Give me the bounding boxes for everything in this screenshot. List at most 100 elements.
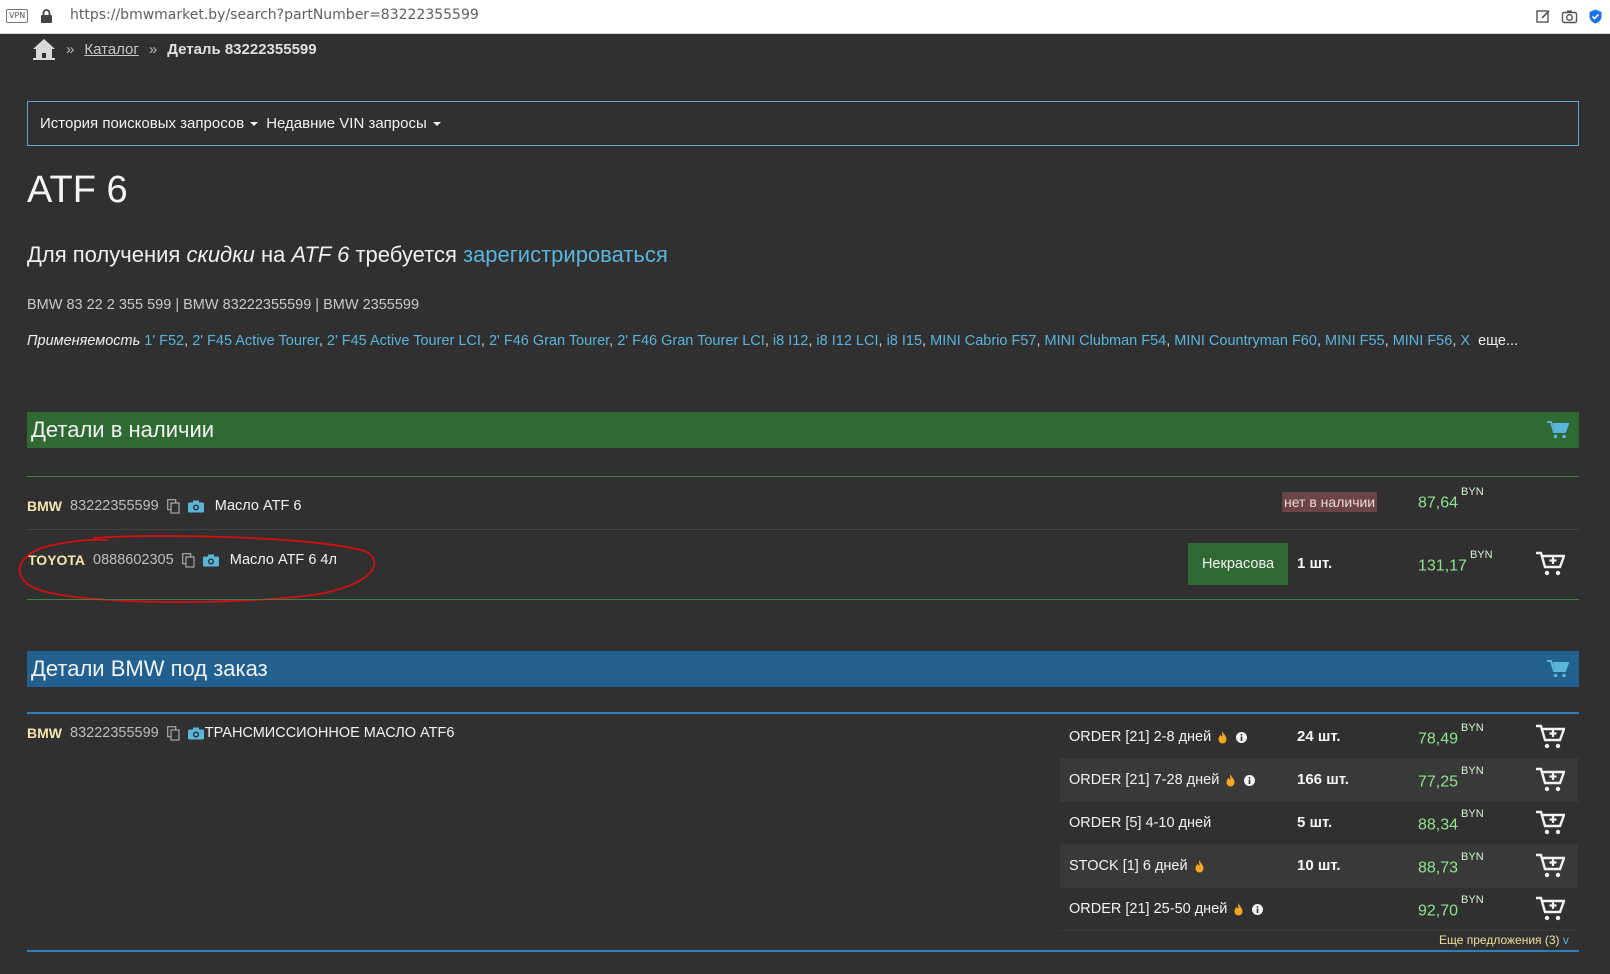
in-stock-title: Детали в наличии bbox=[31, 417, 215, 442]
fire-icon bbox=[1226, 773, 1235, 786]
lock-icon bbox=[41, 9, 52, 23]
model-link[interactable]: MINI Clubman F54 bbox=[1045, 333, 1167, 349]
shield-check-icon[interactable] bbox=[1587, 8, 1604, 25]
model-link[interactable]: MINI Countryman F60 bbox=[1174, 333, 1317, 349]
promo-text: требуется bbox=[349, 242, 463, 267]
applicability-label: Применяемость bbox=[27, 333, 141, 349]
model-separator: , bbox=[184, 333, 193, 349]
model-link[interactable]: MINI F56 bbox=[1393, 333, 1453, 349]
add-to-cart-button[interactable] bbox=[1535, 853, 1565, 879]
currency: BYN bbox=[1461, 808, 1484, 820]
store-location-badge[interactable]: Некрасова bbox=[1188, 543, 1288, 585]
model-link[interactable]: i8 I15 bbox=[887, 333, 922, 349]
model-link[interactable]: 2' F45 Active Tourer bbox=[192, 333, 319, 349]
model-link[interactable]: 2' F46 Gran Tourer LCI bbox=[617, 333, 765, 349]
search-history-label: История поисковых запросов bbox=[40, 115, 245, 132]
copy-icon[interactable] bbox=[166, 725, 180, 741]
part-description: Масло ATF 6 bbox=[214, 498, 302, 514]
offer-text: STOCK [1] 6 дней bbox=[1069, 858, 1188, 874]
camera-icon[interactable] bbox=[187, 500, 204, 513]
price-value: 78,49 bbox=[1418, 730, 1459, 748]
search-history-dropdown[interactable]: История поисковых запросов bbox=[40, 115, 259, 132]
edit-icon[interactable] bbox=[1535, 8, 1552, 25]
quantity: 5 шт. bbox=[1297, 814, 1333, 831]
add-to-cart-button[interactable] bbox=[1535, 551, 1565, 577]
order-title: Детали BMW под заказ bbox=[31, 656, 268, 681]
price-value: 77,25 bbox=[1418, 773, 1459, 791]
price-value: 88,34 bbox=[1418, 816, 1459, 834]
more-offers-link[interactable]: Еще предложения (3) v bbox=[1439, 933, 1569, 947]
discount-promo: Для получения скидки на ATF 6 требуется … bbox=[27, 242, 668, 268]
offer-row: ORDER [21] 25-50 дней 92,70BYN bbox=[1060, 888, 1578, 931]
vin-history-dropdown[interactable]: Недавние VIN запросы bbox=[266, 115, 441, 132]
model-link[interactable]: 2' F45 Active Tourer LCI bbox=[327, 333, 481, 349]
browser-address-bar: VPN https://bmwmarket.by/search?partNumb… bbox=[0, 0, 1610, 34]
model-link[interactable]: X bbox=[1460, 333, 1470, 349]
quantity: 24 шт. bbox=[1297, 728, 1341, 745]
model-separator: , bbox=[764, 333, 773, 349]
quantity: 166 шт. bbox=[1297, 771, 1349, 788]
model-link[interactable]: 1' F52 bbox=[144, 333, 184, 349]
home-icon[interactable] bbox=[32, 38, 56, 60]
copy-icon[interactable] bbox=[166, 498, 180, 514]
camera-icon[interactable] bbox=[1561, 8, 1578, 25]
offer-text: ORDER [5] 4-10 дней bbox=[1069, 815, 1212, 831]
register-link[interactable]: зарегистрироваться bbox=[463, 242, 668, 267]
add-to-cart-button[interactable] bbox=[1535, 767, 1565, 793]
out-of-stock-badge: нет в наличии bbox=[1282, 492, 1378, 512]
divider bbox=[27, 599, 1579, 600]
fire-icon bbox=[1195, 859, 1204, 872]
offer-label: STOCK [1] 6 дней bbox=[1069, 858, 1205, 874]
offer-text: ORDER [21] 25-50 дней bbox=[1069, 901, 1228, 917]
model-link[interactable]: MINI F55 bbox=[1325, 333, 1385, 349]
model-separator: , bbox=[1384, 333, 1393, 349]
camera-icon[interactable] bbox=[187, 727, 204, 740]
price-value: 88,73 bbox=[1418, 859, 1459, 877]
brand-label: BMW bbox=[27, 498, 62, 514]
offer-label: ORDER [5] 4-10 дней bbox=[1069, 815, 1211, 831]
info-icon[interactable] bbox=[1244, 774, 1256, 786]
add-to-cart-button[interactable] bbox=[1535, 724, 1565, 750]
price-value: 87,64 bbox=[1418, 494, 1459, 512]
price: 92,70BYN bbox=[1418, 894, 1484, 920]
part-number: 83222355599 bbox=[70, 725, 159, 741]
model-link[interactable]: i8 I12 LCI bbox=[816, 333, 878, 349]
part-description: ТРАНСМИССИОННОЕ МАСЛО ATF6 bbox=[204, 725, 455, 741]
currency: BYN bbox=[1461, 765, 1484, 777]
currency: BYN bbox=[1461, 894, 1484, 906]
quantity: 1 шт. bbox=[1297, 555, 1333, 572]
model-link[interactable]: i8 I12 bbox=[773, 333, 808, 349]
price: 77,25BYN bbox=[1418, 765, 1484, 791]
vpn-badge[interactable]: VPN bbox=[6, 9, 29, 23]
add-to-cart-button[interactable] bbox=[1535, 896, 1565, 922]
promo-text: ATF 6 bbox=[291, 242, 350, 267]
cart-icon[interactable] bbox=[1547, 421, 1569, 439]
price: 88,73BYN bbox=[1418, 851, 1484, 877]
chevron-down-icon: v bbox=[1562, 933, 1569, 947]
model-link[interactable]: MINI Cabrio F57 bbox=[930, 333, 1036, 349]
quantity: 10 шт. bbox=[1297, 857, 1341, 874]
promo-text: скидки bbox=[186, 242, 255, 267]
breadcrumb-current: Деталь 83222355599 bbox=[167, 40, 317, 58]
info-icon[interactable] bbox=[1252, 903, 1264, 915]
divider bbox=[27, 712, 1579, 714]
show-more-link[interactable]: еще... bbox=[1478, 333, 1518, 349]
promo-text: Для получения bbox=[27, 242, 187, 267]
breadcrumb-catalog-link[interactable]: Каталог bbox=[84, 41, 139, 58]
add-to-cart-button[interactable] bbox=[1535, 810, 1565, 836]
url-field[interactable]: https://bmwmarket.by/search?partNumber=8… bbox=[70, 7, 479, 23]
info-icon[interactable] bbox=[1236, 731, 1248, 743]
model-separator: , bbox=[1036, 333, 1045, 349]
currency: BYN bbox=[1469, 549, 1493, 561]
model-link[interactable]: 2' F46 Gran Tourer bbox=[489, 333, 609, 349]
offer-label: ORDER [21] 25-50 дней bbox=[1069, 901, 1264, 917]
breadcrumb-separator: » bbox=[148, 40, 158, 58]
part-number: 83222355599 bbox=[70, 498, 159, 514]
promo-text: на bbox=[254, 242, 292, 267]
offer-text: ORDER [21] 7-28 дней bbox=[1069, 772, 1220, 788]
offer-text: ORDER [21] 2-8 дней bbox=[1069, 729, 1212, 745]
cart-icon[interactable] bbox=[1547, 660, 1569, 678]
divider bbox=[27, 476, 1579, 477]
caret-down-icon bbox=[250, 121, 259, 126]
breadcrumb: » Каталог » Деталь 83222355599 bbox=[32, 38, 317, 60]
